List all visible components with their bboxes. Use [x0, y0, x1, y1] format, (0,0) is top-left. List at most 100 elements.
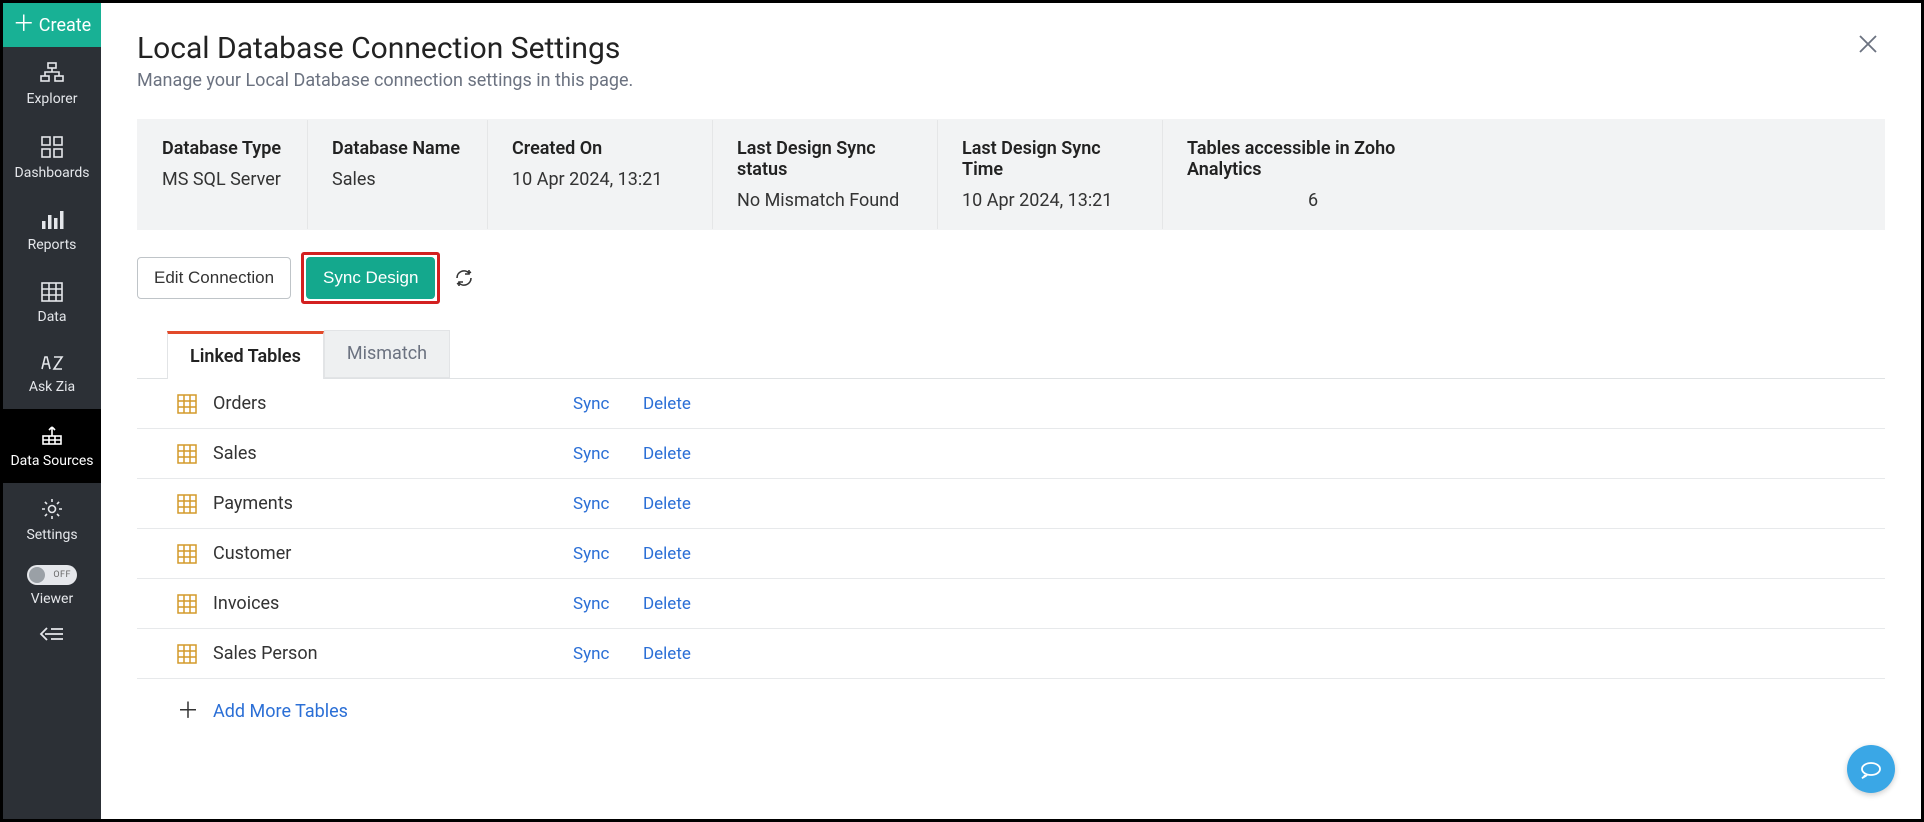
sidebar-item-label: Explorer [27, 91, 78, 107]
action-row: Edit Connection Sync Design [137, 252, 1885, 304]
info-db-name: Database Name Sales [308, 120, 488, 229]
close-button[interactable] [1851, 31, 1885, 57]
table-row: Sales Person Sync Delete [137, 629, 1885, 679]
sidebar-item-label: Settings [26, 527, 77, 543]
sidebar: ＋ Create Explorer Dashboards [3, 3, 101, 819]
info-table-count: Tables accessible in Zoho Analytics 6 [1163, 120, 1463, 229]
row-sync-link[interactable]: Sync [573, 494, 643, 514]
table-icon [177, 494, 203, 514]
sidebar-item-reports[interactable]: Reports [3, 195, 101, 267]
table-row: Sales Sync Delete [137, 429, 1885, 479]
table-icon [177, 594, 203, 614]
connection-info-strip: Database Type MS SQL Server Database Nam… [137, 119, 1885, 230]
reports-icon [40, 209, 64, 231]
close-icon [1857, 33, 1879, 55]
info-value: MS SQL Server [162, 169, 283, 190]
table-name: Invoices [213, 593, 573, 614]
row-sync-link[interactable]: Sync [573, 544, 643, 564]
add-more-label: Add More Tables [213, 701, 348, 722]
row-delete-link[interactable]: Delete [643, 644, 691, 664]
info-value: 10 Apr 2024, 13:21 [962, 190, 1138, 211]
explorer-icon [39, 61, 65, 85]
info-sync-status: Last Design Sync status No Mismatch Foun… [713, 120, 938, 229]
info-label: Tables accessible in Zoho Analytics [1187, 138, 1439, 180]
table-icon [177, 444, 203, 464]
tab-mismatch[interactable]: Mismatch [324, 330, 450, 378]
info-value: Sales [332, 169, 463, 190]
info-value: No Mismatch Found [737, 190, 913, 211]
main-panel: Local Database Connection Settings Manag… [101, 3, 1921, 819]
data-icon [40, 281, 64, 303]
table-icon [177, 544, 203, 564]
info-value: 6 [1187, 190, 1439, 211]
table-row: Invoices Sync Delete [137, 579, 1885, 629]
tab-linked-tables[interactable]: Linked Tables [167, 331, 324, 379]
row-sync-link[interactable]: Sync [573, 644, 643, 664]
sidebar-item-dashboards[interactable]: Dashboards [3, 121, 101, 195]
table-row: Payments Sync Delete [137, 479, 1885, 529]
refresh-icon [454, 268, 474, 288]
settings-icon [40, 497, 64, 521]
row-delete-link[interactable]: Delete [643, 544, 691, 564]
button-label: Sync Design [323, 268, 418, 288]
row-delete-link[interactable]: Delete [643, 594, 691, 614]
page-subtitle: Manage your Local Database connection se… [137, 70, 633, 91]
toggle-state: OFF [53, 570, 71, 580]
toggle-knob [29, 567, 45, 583]
sidebar-item-label: Ask Zia [29, 379, 75, 395]
sidebar-item-explorer[interactable]: Explorer [3, 47, 101, 121]
table-row: Orders Sync Delete [137, 379, 1885, 429]
sidebar-item-label: Dashboards [15, 165, 90, 181]
viewer-label: Viewer [31, 591, 73, 607]
refresh-button[interactable] [454, 268, 474, 288]
sidebar-item-data-sources[interactable]: Data Sources [3, 409, 101, 483]
table-icon [177, 644, 203, 664]
table-name: Orders [213, 393, 573, 414]
table-row: Customer Sync Delete [137, 529, 1885, 579]
button-label: Edit Connection [154, 268, 274, 288]
sidebar-item-ask-zia[interactable]: Ask Zia [3, 339, 101, 409]
table-name: Sales Person [213, 643, 573, 664]
create-button[interactable]: ＋ Create [3, 3, 101, 47]
tab-label: Linked Tables [190, 346, 301, 367]
sidebar-item-label: Reports [28, 237, 77, 253]
edit-connection-button[interactable]: Edit Connection [137, 257, 291, 299]
sync-design-button[interactable]: Sync Design [306, 257, 435, 299]
sidebar-bottom: OFF Viewer [3, 557, 101, 661]
info-value: 10 Apr 2024, 13:21 [512, 169, 688, 190]
sidebar-item-label: Data Sources [10, 453, 93, 469]
row-sync-link[interactable]: Sync [573, 594, 643, 614]
chat-fab[interactable] [1847, 745, 1895, 793]
sync-design-highlight: Sync Design [301, 252, 440, 304]
sidebar-item-label: Data [38, 309, 67, 325]
linked-tables-list: Orders Sync Delete Sales Sync Delete Pay… [137, 379, 1885, 679]
info-label: Database Type [162, 138, 283, 159]
sidebar-nav: Explorer Dashboards Reports [3, 47, 101, 557]
viewer-toggle[interactable]: OFF [27, 565, 77, 585]
table-name: Sales [213, 443, 573, 464]
info-label: Last Design Sync status [737, 138, 913, 180]
info-created-on: Created On 10 Apr 2024, 13:21 [488, 120, 713, 229]
info-label: Last Design Sync Time [962, 138, 1138, 180]
dashboard-icon [40, 135, 64, 159]
sidebar-item-settings[interactable]: Settings [3, 483, 101, 557]
row-sync-link[interactable]: Sync [573, 394, 643, 414]
row-delete-link[interactable]: Delete [643, 494, 691, 514]
table-name: Customer [213, 543, 573, 564]
data-sources-icon [40, 423, 64, 447]
sidebar-collapse[interactable] [7, 611, 97, 657]
ask-zia-icon [39, 353, 65, 373]
table-icon [177, 394, 203, 414]
add-more-tables[interactable]: ＋ Add More Tables [137, 679, 1885, 722]
row-delete-link[interactable]: Delete [643, 394, 691, 414]
info-label: Created On [512, 138, 688, 159]
row-sync-link[interactable]: Sync [573, 444, 643, 464]
row-delete-link[interactable]: Delete [643, 444, 691, 464]
page-header: Local Database Connection Settings Manag… [137, 31, 1885, 91]
info-db-type: Database Type MS SQL Server [138, 120, 308, 229]
collapse-icon [39, 626, 65, 642]
info-label: Database Name [332, 138, 463, 159]
sidebar-item-data[interactable]: Data [3, 267, 101, 339]
tab-label: Mismatch [347, 343, 427, 364]
table-name: Payments [213, 493, 573, 514]
